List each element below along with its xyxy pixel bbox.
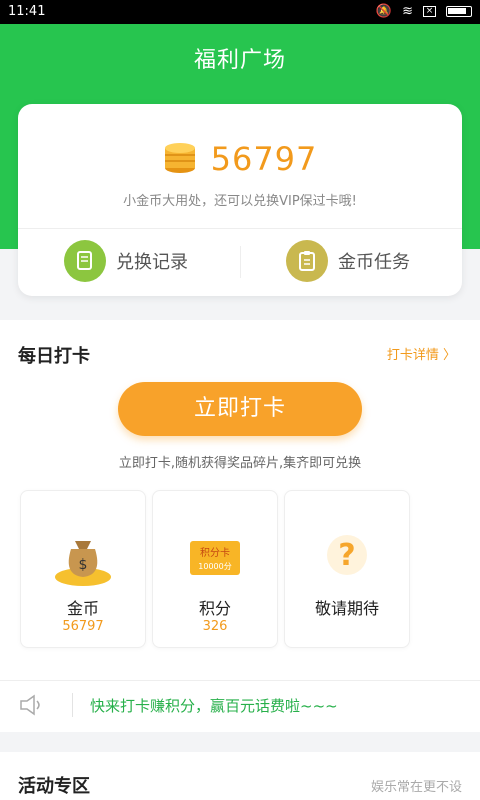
daily-checkin-section: 每日打卡 打卡详情 〉 立即打卡 立即打卡,随机获得奖品碎片,集齐即可兑换 $ … xyxy=(0,320,480,732)
checkin-details-link[interactable]: 打卡详情 〉 xyxy=(387,344,456,363)
reward-name: 金币 xyxy=(66,599,99,618)
notice-bar: 快来打卡赚积分，赢百元话费啦~~~ xyxy=(0,680,480,726)
sim-icon: × xyxy=(423,6,436,17)
svg-text:$: $ xyxy=(79,557,88,573)
question-icon: ? xyxy=(285,531,409,579)
exchange-record-label: 兑换记录 xyxy=(116,252,188,273)
reward-name: 积分 xyxy=(198,599,231,618)
mute-icon: 🔕 xyxy=(375,4,393,19)
reward-value: 326 xyxy=(202,619,228,634)
reward-value: 56797 xyxy=(62,619,104,634)
svg-text:?: ? xyxy=(338,538,355,573)
coin-stack-icon xyxy=(163,140,197,178)
status-bar: 11:41 🔕 ≋ × xyxy=(0,0,480,24)
coin-task-button[interactable]: 金币任务 xyxy=(286,240,410,282)
points-card-icon: 积分卡 10000分 xyxy=(153,541,277,575)
divider xyxy=(72,693,73,717)
divider xyxy=(240,246,241,278)
reward-name: 敬请期待 xyxy=(314,599,379,618)
activity-more-link[interactable]: 娱乐常在更不设 xyxy=(371,776,462,795)
reward-card-coins[interactable]: $ 金币 56797 xyxy=(20,490,146,648)
coin-hint: 小金币大用处，还可以兑换VIP保过卡哦! xyxy=(123,194,357,209)
checkin-hint: 立即打卡,随机获得奖品碎片,集齐即可兑换 xyxy=(118,456,362,471)
battery-icon xyxy=(446,6,472,17)
wifi-icon: ≋ xyxy=(402,4,413,19)
page-title: 福利广场 xyxy=(193,48,286,73)
coin-amount: 56797 xyxy=(210,140,318,178)
reward-card-points[interactable]: 积分卡 10000分 积分 326 xyxy=(152,490,278,648)
section-title: 每日打卡 xyxy=(18,346,90,367)
status-time: 11:41 xyxy=(8,4,46,19)
money-bag-icon: $ xyxy=(21,531,145,587)
clipboard-icon xyxy=(286,240,328,282)
checkin-button[interactable]: 立即打卡 xyxy=(118,382,362,436)
section-title: 活动专区 xyxy=(18,776,90,797)
points-card-title: 积分卡 xyxy=(200,548,230,559)
speaker-icon xyxy=(18,693,46,721)
receipt-icon xyxy=(64,240,106,282)
notice-text: 快来打卡赚积分，赢百元话费啦~~~ xyxy=(90,697,338,715)
reward-card-coming-soon[interactable]: ? 敬请期待 xyxy=(284,490,410,648)
divider xyxy=(18,228,462,229)
exchange-record-button[interactable]: 兑换记录 xyxy=(64,240,188,282)
points-card-sub: 10000分 xyxy=(198,562,232,571)
activity-section: 活动专区 娱乐常在更不设 xyxy=(0,752,480,800)
coin-card: 56797 小金币大用处，还可以兑换VIP保过卡哦! 兑换记录 金币任务 xyxy=(18,104,462,296)
coin-task-label: 金币任务 xyxy=(338,252,410,273)
